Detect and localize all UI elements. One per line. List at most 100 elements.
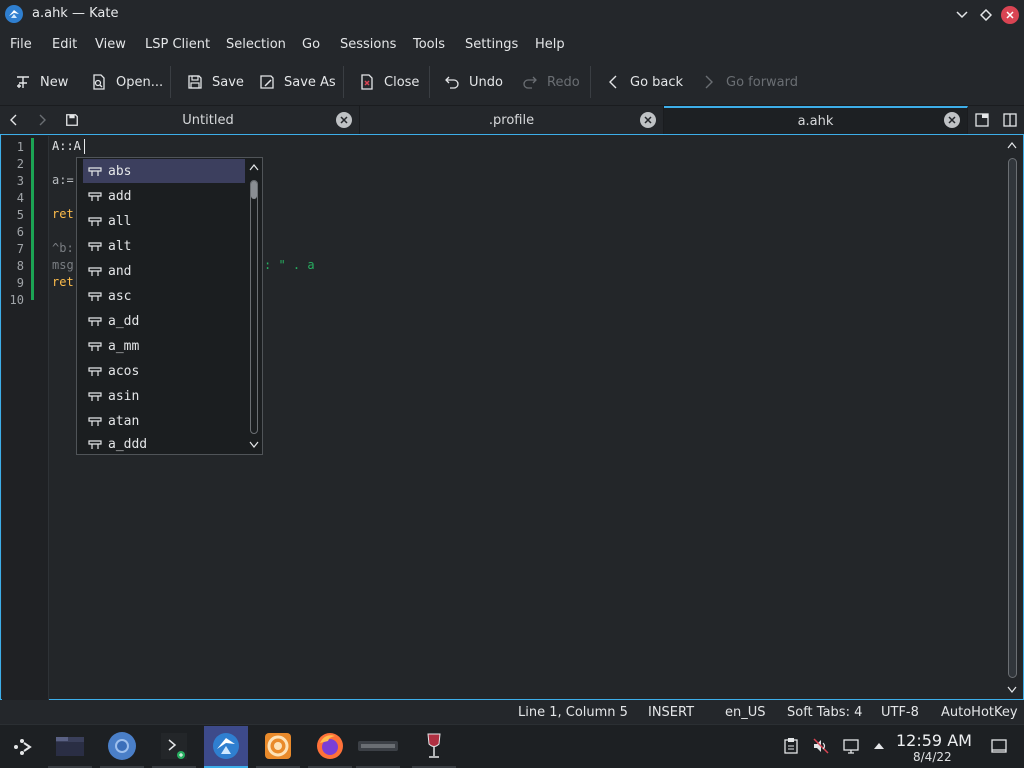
tab-label: a.ahk — [797, 113, 834, 129]
completion-item[interactable]: a_ddd — [83, 434, 245, 454]
close-document-icon — [358, 73, 376, 91]
completion-item[interactable]: all — [83, 209, 245, 233]
menu-lsp-client[interactable]: LSP Client — [145, 37, 210, 52]
completion-item[interactable]: a_dd — [83, 309, 245, 333]
menu-sessions[interactable]: Sessions — [340, 37, 396, 52]
scrollbar-thumb[interactable] — [1008, 158, 1017, 678]
menu-settings[interactable]: Settings — [465, 37, 518, 52]
menu-selection[interactable]: Selection — [226, 37, 286, 52]
close-document-button[interactable]: Close — [358, 72, 419, 92]
completion-scrollbar[interactable] — [245, 158, 262, 454]
function-icon — [88, 264, 104, 278]
completion-item[interactable]: asc — [83, 284, 245, 308]
dictionary-selector[interactable]: en_US — [725, 705, 766, 720]
save-button[interactable]: Save — [186, 72, 244, 92]
completion-label: a_mm — [108, 338, 140, 354]
go-back-button[interactable]: Go back — [604, 72, 683, 92]
app-launcher-icon[interactable] — [0, 726, 44, 768]
undo-button[interactable]: Undo — [443, 72, 503, 92]
maximize-button[interactable] — [976, 5, 996, 25]
redo-button[interactable]: Redo — [521, 72, 580, 92]
menu-help[interactable]: Help — [535, 37, 565, 52]
split-view-icon[interactable] — [1000, 110, 1020, 130]
minimize-button[interactable] — [952, 5, 972, 25]
scroll-down-icon[interactable] — [1007, 686, 1017, 693]
tab-untitled[interactable]: Untitled — [57, 106, 360, 134]
chromium-icon[interactable] — [100, 726, 144, 768]
line-number: 9 — [16, 276, 24, 290]
function-icon — [88, 414, 104, 428]
completion-item[interactable]: asin — [83, 384, 245, 408]
scroll-up-icon[interactable] — [1007, 142, 1017, 149]
window-title: a.ahk — Kate — [32, 6, 119, 21]
redo-label: Redo — [547, 74, 580, 90]
new-button[interactable]: New — [14, 72, 68, 92]
scroll-down-icon[interactable] — [249, 441, 259, 448]
completion-item[interactable]: add — [83, 184, 245, 208]
tab-scroll-right-button[interactable] — [32, 110, 52, 130]
volume-muted-icon[interactable] — [812, 737, 830, 755]
close-window-button[interactable] — [1000, 5, 1020, 25]
menu-bar: File Edit View LSP Client Selection Go S… — [0, 30, 1024, 58]
clock-time[interactable]: 12:59 AM — [896, 731, 972, 750]
menu-view[interactable]: View — [95, 37, 126, 52]
save-as-button[interactable]: Save As — [258, 72, 336, 92]
network-icon[interactable] — [842, 737, 860, 755]
line-number: 6 — [16, 225, 24, 239]
completion-item[interactable]: a_mm — [83, 334, 245, 358]
function-icon — [88, 437, 104, 451]
line-number: 1 — [16, 140, 24, 154]
redo-icon — [521, 73, 539, 91]
code-line-7: ^b: — [52, 241, 74, 255]
encoding-selector[interactable]: UTF-8 — [881, 705, 919, 720]
indentation-settings[interactable]: Soft Tabs: 4 — [787, 705, 862, 720]
menu-edit[interactable]: Edit — [52, 37, 77, 52]
file-manager-icon[interactable] — [48, 726, 92, 768]
go-forward-button[interactable]: Go forward — [700, 72, 798, 92]
text-cursor — [84, 139, 85, 154]
code-line-1: A::A — [52, 139, 81, 153]
go-back-label: Go back — [630, 74, 684, 90]
completion-item[interactable]: alt — [83, 234, 245, 258]
input-mode[interactable]: INSERT — [648, 705, 694, 720]
new-label: New — [40, 74, 69, 90]
open-label: Open... — [116, 74, 164, 90]
firefox-icon[interactable] — [308, 726, 352, 768]
clock-date[interactable]: 8/4/22 — [913, 750, 952, 764]
terminal-icon[interactable] — [152, 726, 196, 768]
scrollbar-track[interactable] — [250, 180, 258, 434]
scrollbar-thumb[interactable] — [251, 181, 257, 199]
modified-lines-marker — [31, 138, 34, 300]
save-label: Save — [212, 74, 244, 90]
google-icon[interactable] — [356, 726, 400, 768]
cursor-position[interactable]: Line 1, Column 5 — [518, 705, 628, 720]
line-number: 8 — [16, 259, 24, 273]
syntax-mode-selector[interactable]: AutoHotKey — [941, 705, 1018, 720]
menu-go[interactable]: Go — [302, 37, 320, 52]
scroll-up-icon[interactable] — [249, 164, 259, 171]
menu-tools[interactable]: Tools — [413, 37, 445, 52]
kate-window: a.ahk — Kate File Edit View LSP Client S… — [0, 0, 1024, 700]
wine-icon[interactable] — [412, 726, 456, 768]
tray-expand-icon[interactable] — [870, 737, 888, 755]
completion-item[interactable]: acos — [83, 359, 245, 383]
tab-profile[interactable]: .profile — [360, 106, 664, 134]
editor-vertical-scrollbar[interactable] — [1003, 136, 1023, 698]
tab-scroll-left-button[interactable] — [4, 110, 24, 130]
kate-icon[interactable] — [204, 726, 248, 768]
tab-close-button[interactable] — [336, 112, 352, 128]
show-desktop-icon[interactable] — [990, 737, 1008, 755]
menu-file[interactable]: File — [10, 37, 32, 52]
tab-close-button[interactable] — [944, 112, 960, 128]
completion-item[interactable]: abs — [83, 159, 245, 183]
function-icon — [88, 364, 104, 378]
app-icon-orange[interactable] — [256, 726, 300, 768]
completion-item[interactable]: atan — [83, 409, 245, 433]
new-tab-icon[interactable] — [972, 110, 992, 130]
completion-label: a_ddd — [108, 436, 148, 452]
clipboard-icon[interactable] — [782, 737, 800, 755]
tab-a-ahk[interactable]: a.ahk — [664, 106, 968, 134]
completion-item[interactable]: and — [83, 259, 245, 283]
tab-close-button[interactable] — [640, 112, 656, 128]
open-button[interactable]: Open... — [90, 72, 163, 92]
